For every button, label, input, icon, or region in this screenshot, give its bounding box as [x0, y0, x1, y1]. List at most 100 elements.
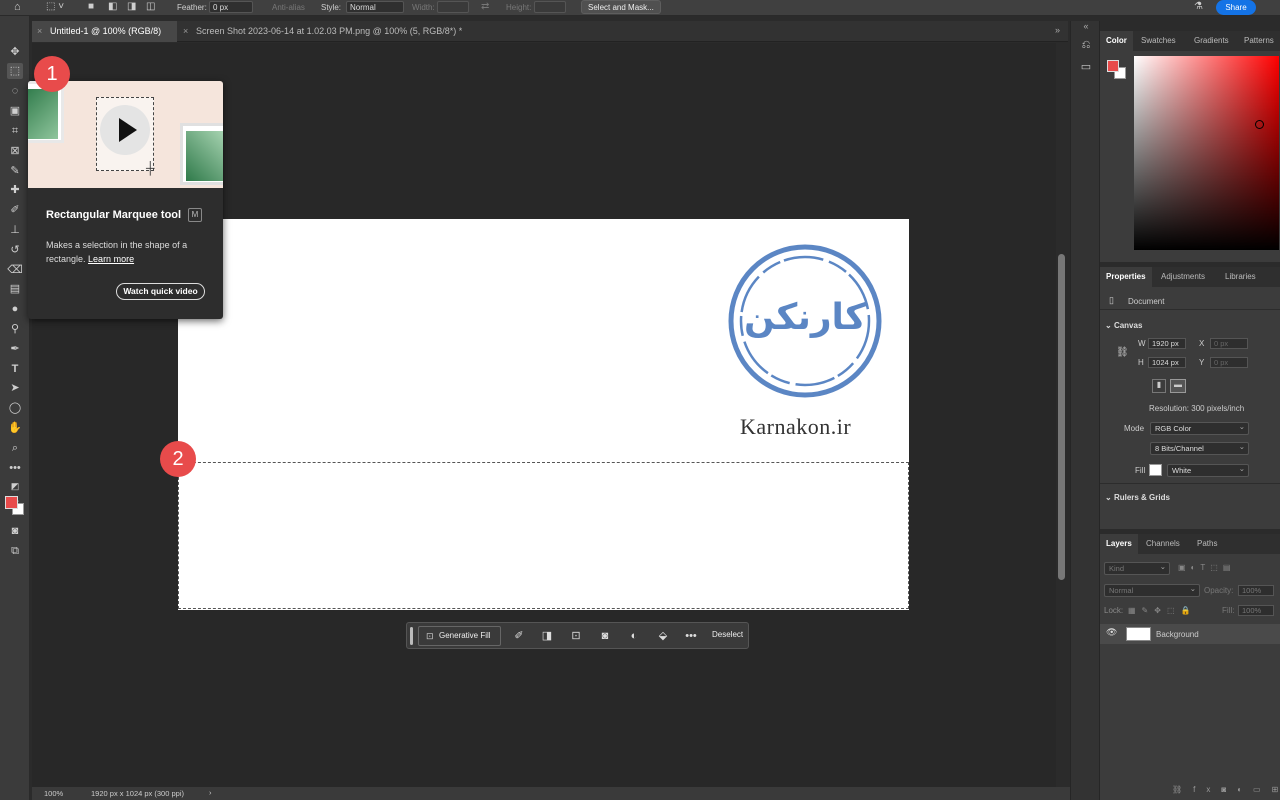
learn-more-link[interactable]: Learn more	[88, 254, 134, 264]
drag-handle[interactable]	[410, 627, 413, 645]
flask-icon[interactable]: ⚗	[1194, 1, 1203, 12]
tab-patterns[interactable]: Patterns	[1238, 31, 1280, 51]
tab-untitled-1[interactable]: × Untitled-1 @ 100% (RGB/8)	[32, 21, 177, 42]
intersect-selection-icon[interactable]: ◫	[146, 1, 155, 12]
object-selection-tool-icon[interactable]: ▣	[7, 103, 23, 119]
opacity-field[interactable]: 100%	[1238, 585, 1274, 596]
comments-icon[interactable]: ▭	[1078, 60, 1094, 76]
home-icon[interactable]: ⌂	[14, 1, 21, 13]
visibility-eye-icon[interactable]: 👁	[1106, 627, 1117, 638]
close-tab-icon[interactable]: ×	[37, 21, 42, 42]
width-field[interactable]: 1920 px	[1148, 338, 1186, 349]
selection-marquee[interactable]	[178, 462, 909, 609]
layer-row-background[interactable]: 👁 Background	[1100, 624, 1280, 644]
color-picker-field[interactable]	[1134, 56, 1279, 250]
canvas-section[interactable]: ⌄ Canvas	[1105, 321, 1142, 330]
collapse-strip-icon[interactable]: «	[1078, 21, 1094, 37]
history-brush-tool-icon[interactable]: ↺	[7, 242, 23, 258]
fill-swatch[interactable]	[1149, 464, 1162, 476]
portrait-icon[interactable]: ▮	[1152, 379, 1166, 393]
zoom-tool-icon[interactable]: ⌕	[7, 440, 23, 456]
color-swatches[interactable]	[5, 496, 25, 516]
tab-swatches[interactable]: Swatches	[1135, 31, 1182, 51]
fill-selection-icon[interactable]: ⬙	[655, 628, 671, 644]
path-selection-tool-icon[interactable]: ➤	[7, 380, 23, 396]
move-tool-icon[interactable]: ✥	[7, 44, 23, 60]
link-icon[interactable]: ⛓	[1116, 347, 1129, 358]
fill-select[interactable]: White	[1167, 463, 1249, 477]
lock-icons[interactable]: ▦✎✥⬚🔒	[1128, 606, 1196, 615]
rulers-grids-section[interactable]: ⌄ Rulers & Grids	[1105, 493, 1170, 502]
layer-filter-icons[interactable]: ▣◐T⬚▤	[1178, 563, 1235, 572]
adjustment-layer-icon[interactable]: ◐	[626, 628, 642, 644]
vertical-scrollbar[interactable]	[1058, 254, 1065, 580]
picker-cursor[interactable]	[1255, 120, 1264, 129]
tab-gradients[interactable]: Gradients	[1188, 31, 1235, 51]
marquee-preset-icon[interactable]: ⬚ ˅	[46, 1, 64, 12]
lasso-tool-icon[interactable]: ◌	[7, 83, 23, 99]
width-input[interactable]	[437, 1, 469, 13]
layer-kind-filter[interactable]: Kind	[1104, 561, 1170, 575]
screen-mode-icon[interactable]: ⧉	[7, 543, 23, 559]
modify-selection-icon[interactable]: ✐	[511, 628, 527, 644]
feather-input[interactable]: 0 px	[209, 1, 253, 13]
tab-properties[interactable]: Properties	[1100, 267, 1152, 287]
foreground-color-swatch[interactable]	[5, 496, 18, 509]
layer-footer-icons[interactable]: ⛓fx◙◐▭⊞	[1172, 785, 1280, 794]
collapse-panels-icon[interactable]: »	[1055, 25, 1060, 35]
gradient-tool-icon[interactable]: ▤	[7, 281, 23, 297]
ellipse-tool-icon[interactable]: ◯	[7, 400, 23, 416]
brush-tool-icon[interactable]: ✐	[7, 202, 23, 218]
tooltip-preview-image[interactable]: ┼	[28, 81, 223, 188]
add-selection-icon[interactable]: ◧	[108, 1, 117, 12]
mask-icon[interactable]: ◙	[597, 628, 613, 644]
deselect-button[interactable]: Deselect	[712, 630, 743, 639]
type-tool-icon[interactable]: T	[7, 361, 23, 377]
watch-video-button[interactable]: Watch quick video	[116, 283, 205, 300]
tab-layers[interactable]: Layers	[1100, 534, 1138, 554]
crop-tool-icon[interactable]: ⌗	[7, 123, 23, 139]
spot-healing-tool-icon[interactable]: ✚	[7, 182, 23, 198]
tab-adjustments[interactable]: Adjustments	[1155, 267, 1211, 287]
eyedropper-tool-icon[interactable]: ✎	[7, 163, 23, 179]
landscape-icon[interactable]: ▬	[1170, 379, 1186, 393]
tab-paths[interactable]: Paths	[1191, 534, 1223, 554]
hand-tool-icon[interactable]: ✋	[7, 420, 23, 436]
height-input[interactable]	[534, 1, 566, 13]
new-selection-icon[interactable]: ■	[88, 1, 94, 12]
blur-tool-icon[interactable]: ●	[7, 301, 23, 317]
eraser-tool-icon[interactable]: ⌫	[7, 262, 23, 278]
generative-fill-button[interactable]: ⊡ Generative Fill	[418, 626, 501, 646]
close-tab-icon[interactable]: ×	[183, 21, 188, 42]
x-field[interactable]: 0 px	[1210, 338, 1248, 349]
tab-screenshot[interactable]: × Screen Shot 2023-06-14 at 1.02.03 PM.p…	[178, 21, 478, 42]
tab-channels[interactable]: Channels	[1140, 534, 1186, 554]
more-tools-icon[interactable]: •••	[7, 460, 23, 476]
fill-opacity-field[interactable]: 100%	[1238, 605, 1274, 616]
rectangular-marquee-tool-icon[interactable]: ⬚	[7, 63, 23, 79]
tab-libraries[interactable]: Libraries	[1219, 267, 1262, 287]
mode-select[interactable]: RGB Color	[1150, 421, 1249, 435]
transform-selection-icon[interactable]: ⊡	[568, 628, 584, 644]
reset-colors-icon[interactable]: ◩ ↶	[7, 478, 23, 507]
swap-icon[interactable]: ⇄	[481, 1, 489, 12]
height-field[interactable]: 1024 px	[1148, 357, 1186, 368]
blend-mode-select[interactable]: Normal	[1104, 583, 1200, 597]
history-icon[interactable]: ⎌	[1078, 39, 1094, 55]
more-options-icon[interactable]: •••	[683, 628, 699, 644]
dodge-tool-icon[interactable]: ⚲	[7, 321, 23, 337]
frame-tool-icon[interactable]: ⊠	[7, 143, 23, 159]
tab-color[interactable]: Color	[1100, 31, 1133, 51]
style-select[interactable]: Normal	[346, 1, 404, 13]
share-button[interactable]: Share	[1216, 0, 1256, 15]
pen-tool-icon[interactable]: ✒	[7, 341, 23, 357]
anti-alias-checkbox[interactable]: Anti-alias	[272, 3, 305, 12]
panel-color-swatches[interactable]	[1107, 60, 1127, 80]
status-arrow-icon[interactable]: ›	[209, 788, 212, 797]
y-field[interactable]: 0 px	[1210, 357, 1248, 368]
quick-mask-icon[interactable]: ◙	[7, 523, 23, 539]
invert-selection-icon[interactable]: ◨	[539, 628, 555, 644]
subtract-selection-icon[interactable]: ◨	[127, 1, 136, 12]
zoom-level[interactable]: 100%	[44, 789, 63, 798]
play-button[interactable]	[100, 105, 150, 155]
